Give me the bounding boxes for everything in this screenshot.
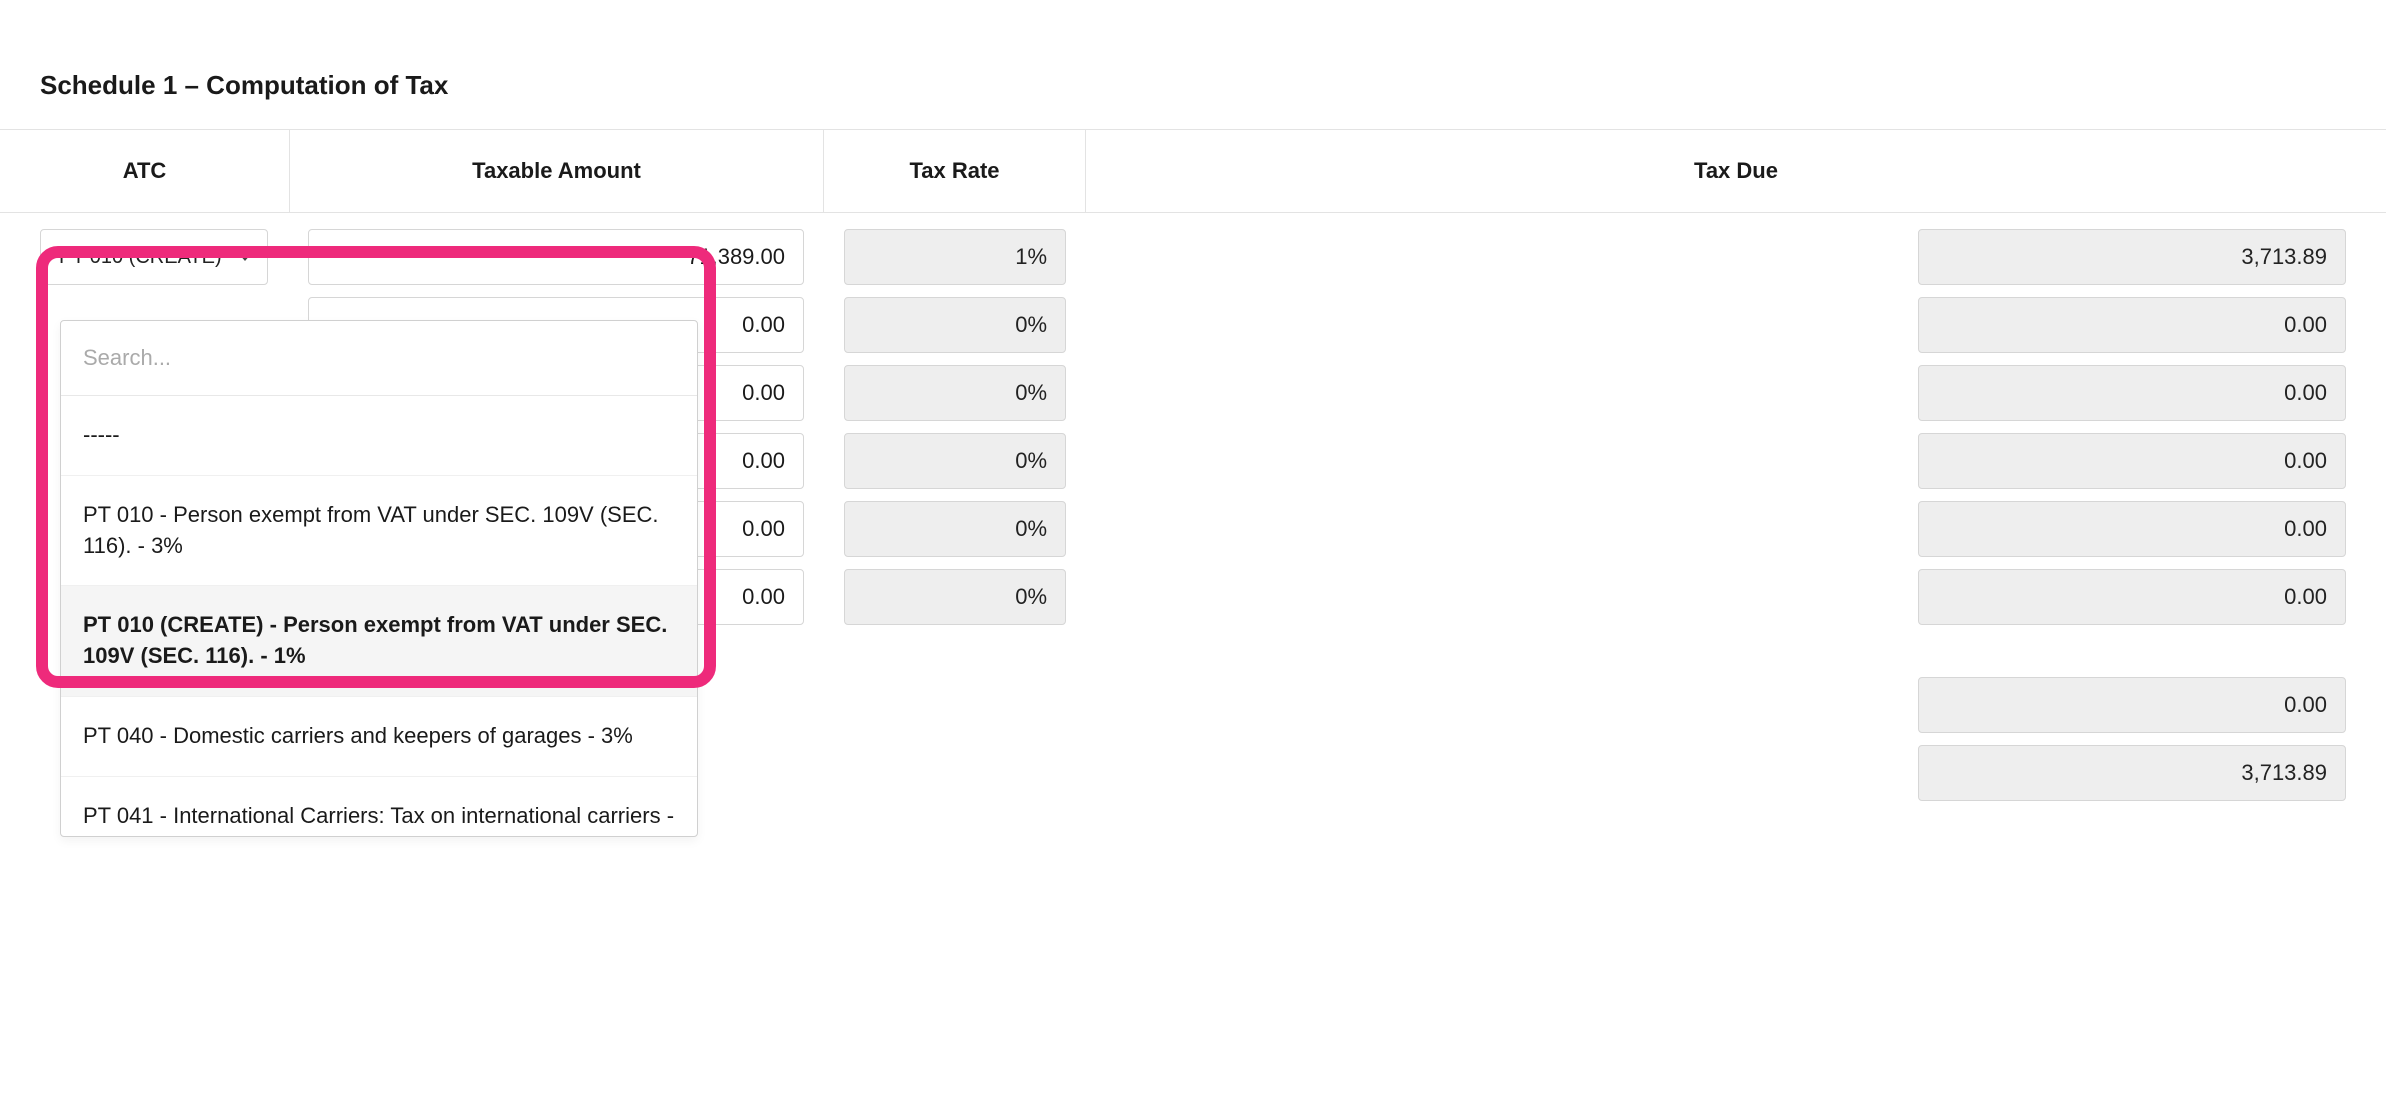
- col-amount-header: Taxable Amount: [290, 130, 824, 212]
- tax-due-value: 0.00: [1918, 365, 2346, 421]
- col-atc-header: ATC: [0, 130, 290, 212]
- subtotal-due-value: 0.00: [1918, 677, 2346, 733]
- col-rate-header: Tax Rate: [824, 130, 1086, 212]
- tax-rate-value: 0%: [844, 297, 1066, 353]
- tax-rate-value: 0%: [844, 365, 1066, 421]
- atc-option[interactable]: -----: [61, 396, 697, 476]
- atc-dropdown-panel: ----- PT 010 - Person exempt from VAT un…: [60, 320, 698, 837]
- atc-option[interactable]: PT 010 - Person exempt from VAT under SE…: [61, 476, 697, 587]
- table-row: PT 010 (CREATE) 71,389.00 1% 3,713.89: [0, 223, 2386, 291]
- atc-option-selected[interactable]: PT 010 (CREATE) - Person exempt from VAT…: [61, 586, 697, 697]
- col-due-header: Tax Due: [1086, 130, 2386, 212]
- page-title: Schedule 1 – Computation of Tax: [0, 0, 2386, 129]
- tax-due-value: 0.00: [1918, 433, 2346, 489]
- tax-rate-value: 0%: [844, 501, 1066, 557]
- tax-due-value: 3,713.89: [1918, 229, 2346, 285]
- tax-due-value: 0.00: [1918, 569, 2346, 625]
- atc-select-label: PT 010 (CREATE): [59, 246, 222, 269]
- total-due-value: 3,713.89: [1918, 745, 2346, 801]
- chevron-down-icon: [239, 254, 251, 261]
- atc-dropdown-search-input[interactable]: [83, 345, 675, 371]
- taxable-amount-input[interactable]: 71,389.00: [308, 229, 804, 285]
- atc-option[interactable]: PT 040 - Domestic carriers and keepers o…: [61, 697, 697, 777]
- table-header: ATC Taxable Amount Tax Rate Tax Due: [0, 130, 2386, 213]
- tax-due-value: 0.00: [1918, 501, 2346, 557]
- tax-rate-value: 0%: [844, 433, 1066, 489]
- tax-due-value: 0.00: [1918, 297, 2346, 353]
- atc-option[interactable]: PT 041 - International Carriers: Tax on …: [61, 777, 697, 836]
- tax-rate-value: 0%: [844, 569, 1066, 625]
- tax-rate-value: 1%: [844, 229, 1066, 285]
- atc-select[interactable]: PT 010 (CREATE): [40, 229, 268, 285]
